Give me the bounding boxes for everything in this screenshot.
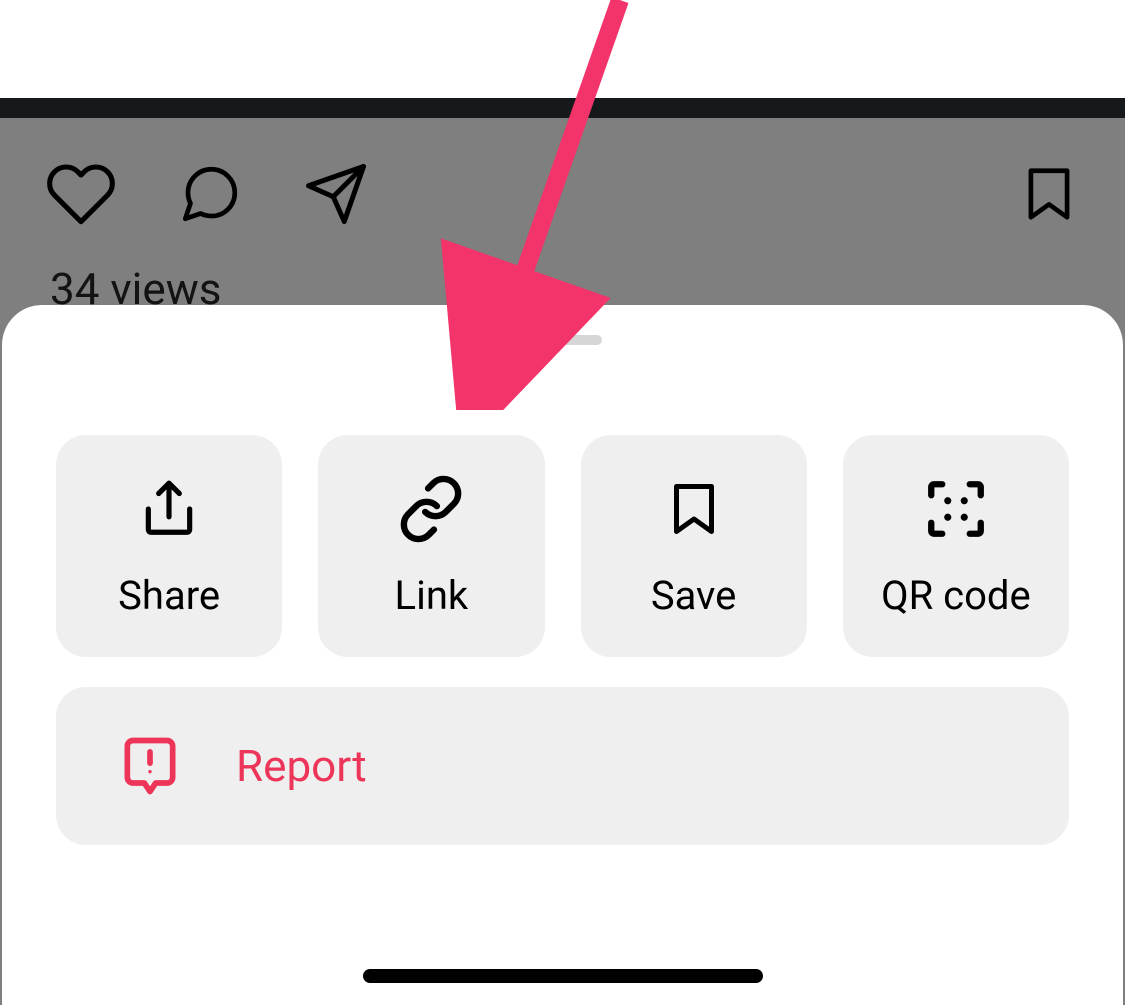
- sheet-grabber[interactable]: [524, 335, 602, 345]
- top-white-area: [0, 0, 1125, 98]
- link-tile-label: Link: [395, 572, 469, 619]
- action-tiles: Share Link Save: [2, 345, 1123, 657]
- save-bookmark-icon: [659, 474, 729, 544]
- share-tile[interactable]: Share: [56, 435, 282, 657]
- save-tile[interactable]: Save: [581, 435, 807, 657]
- link-tile[interactable]: Link: [318, 435, 544, 657]
- qr-code-icon: [921, 474, 991, 544]
- share-icon: [134, 474, 204, 544]
- save-tile-label: Save: [651, 572, 737, 619]
- report-label: Report: [236, 740, 367, 792]
- qr-code-tile-label: QR code: [881, 572, 1031, 619]
- report-icon: [116, 732, 184, 800]
- report-button[interactable]: Report: [56, 687, 1069, 845]
- link-icon: [396, 474, 466, 544]
- qr-code-tile[interactable]: QR code: [843, 435, 1069, 657]
- home-indicator[interactable]: [363, 969, 763, 983]
- action-sheet: Share Link Save: [2, 305, 1123, 1005]
- share-tile-label: Share: [118, 572, 220, 619]
